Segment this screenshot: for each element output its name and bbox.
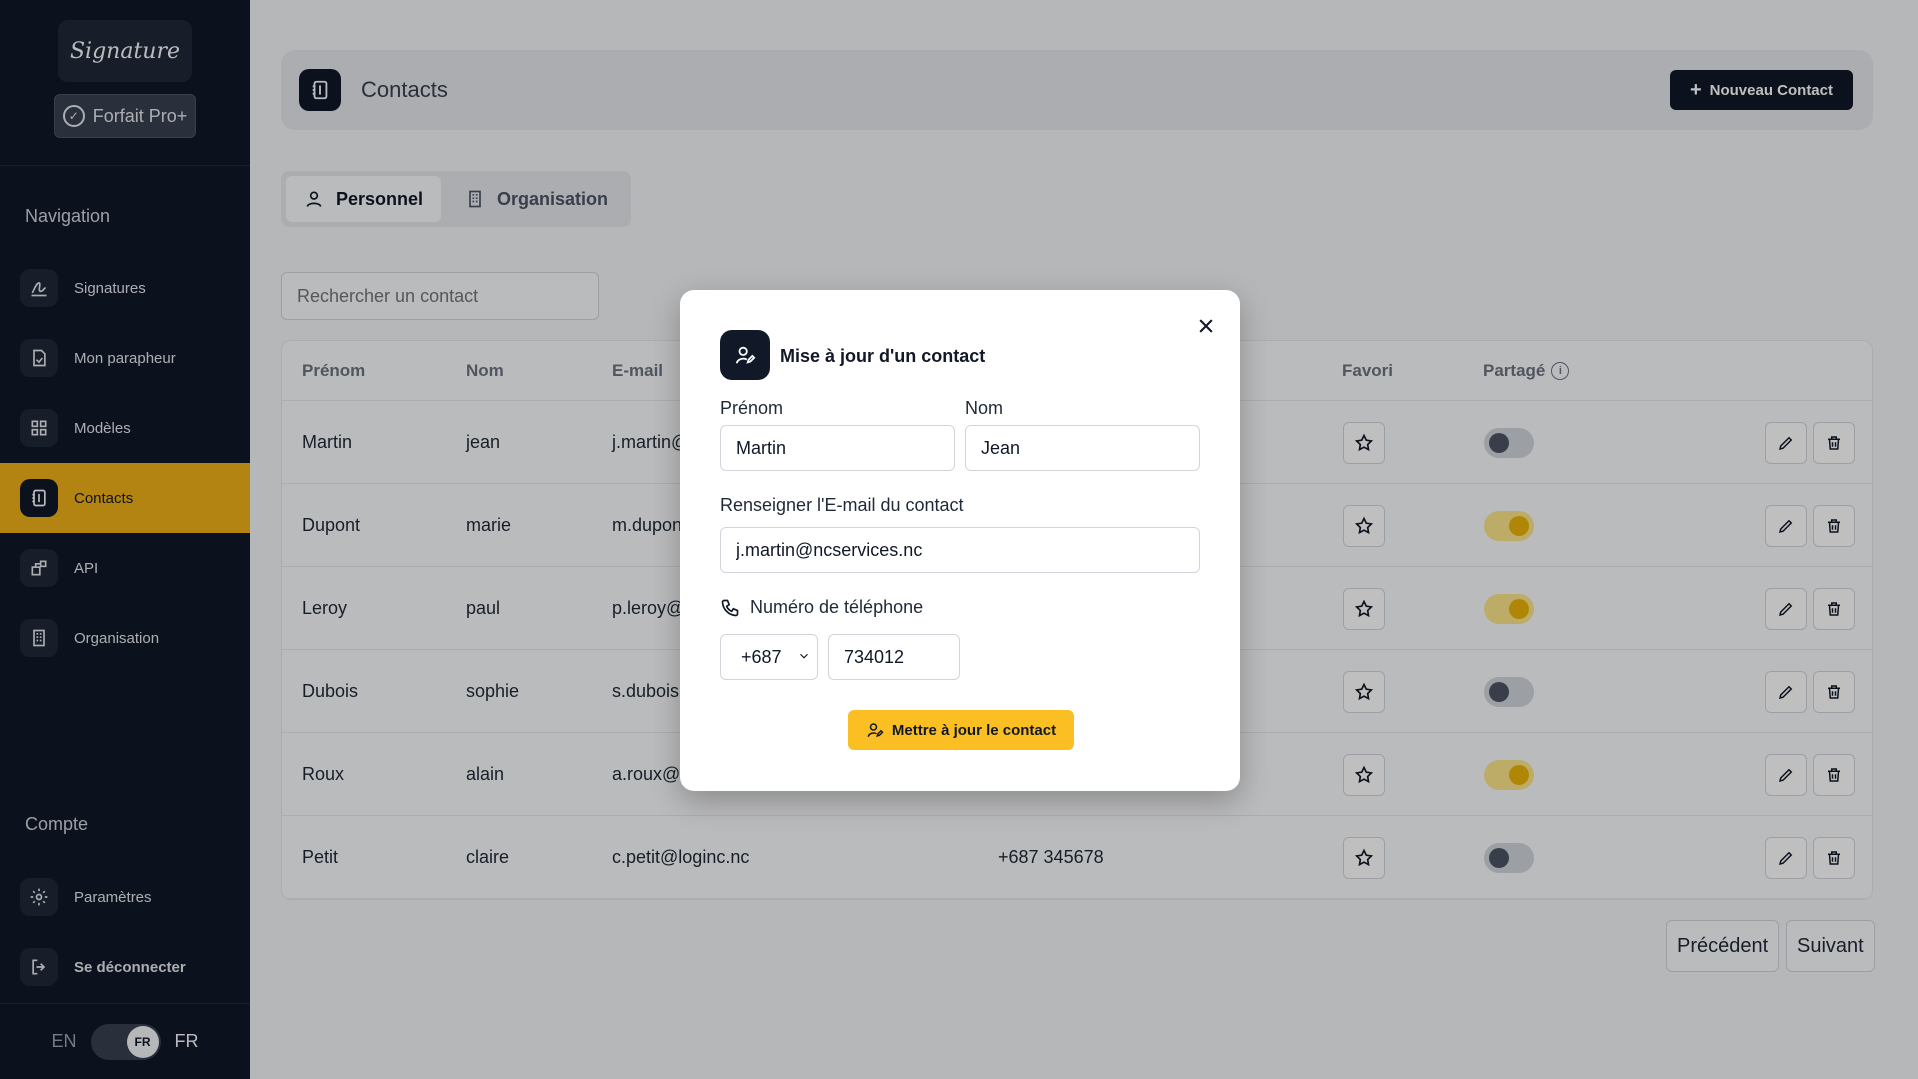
modal-title: Mise à jour d'un contact <box>780 346 986 366</box>
phone-icon <box>721 599 739 616</box>
prenom-label: Prénom <box>720 398 784 418</box>
phone-input[interactable] <box>828 634 960 680</box>
country-code-select[interactable]: +687 <box>720 634 818 680</box>
nom-input[interactable] <box>965 425 1200 471</box>
user-edit-icon <box>867 723 884 738</box>
phone-label: Numéro de téléphone <box>720 597 923 618</box>
user-edit-icon <box>720 330 770 380</box>
prenom-input[interactable] <box>720 425 955 471</box>
update-contact-button[interactable]: Mettre à jour le contact <box>848 710 1074 750</box>
email-input[interactable] <box>720 527 1200 573</box>
update-contact-modal: Mise à jour d'un contact Prénom Nom Rens… <box>680 290 1240 791</box>
email-label: Renseigner l'E-mail du contact <box>720 495 964 515</box>
nom-label: Nom <box>965 398 1004 418</box>
chevron-down-icon <box>800 653 808 659</box>
close-icon[interactable] <box>1192 312 1220 340</box>
